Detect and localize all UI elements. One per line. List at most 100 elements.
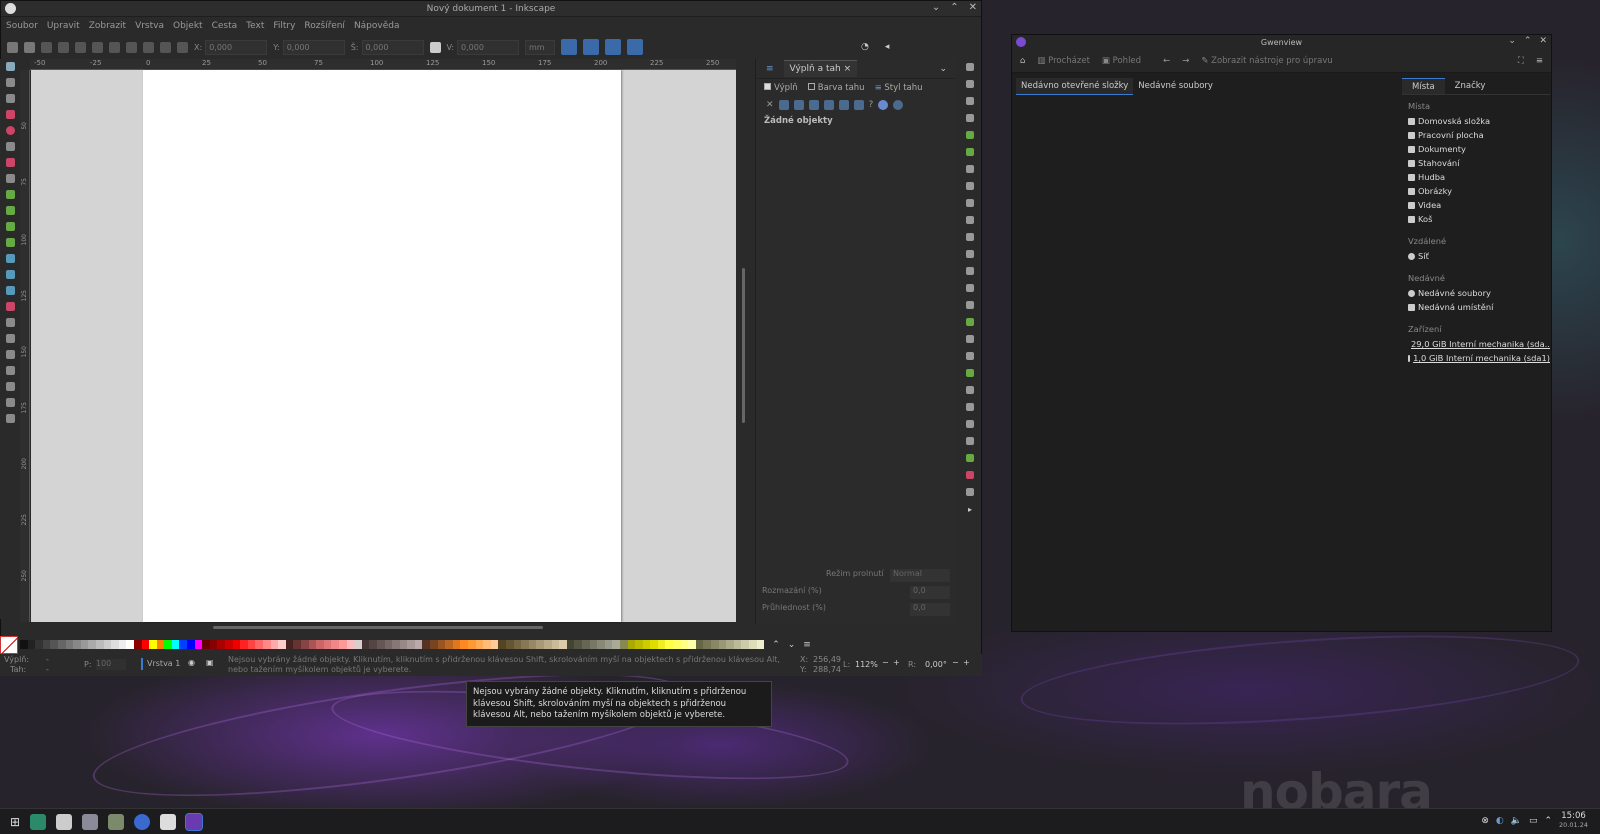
browser-icon[interactable]	[134, 813, 151, 830]
color-swatch[interactable]	[452, 640, 461, 649]
color-swatch[interactable]	[88, 640, 96, 649]
color-swatch[interactable]	[627, 640, 636, 649]
menu-object[interactable]: Objekt	[173, 21, 203, 31]
place-downloads[interactable]: Stahování	[1402, 156, 1550, 170]
color-swatch[interactable]	[57, 640, 66, 649]
color-swatch[interactable]	[749, 640, 757, 649]
opacity-status-field[interactable]: 100	[96, 659, 126, 670]
xml-editor-icon[interactable]	[966, 403, 974, 411]
color-swatch[interactable]	[384, 640, 393, 649]
align-icon[interactable]	[966, 454, 974, 462]
select-all-icon[interactable]	[7, 41, 18, 53]
fill-rule-nonzero-icon[interactable]	[893, 100, 904, 110]
rotate-plus-icon[interactable]: +	[963, 658, 970, 667]
panel-menu-icon[interactable]: ⌄	[939, 64, 947, 74]
rotate-cw-icon[interactable]	[75, 41, 86, 53]
color-swatch[interactable]	[27, 640, 36, 649]
palette-menu-icon[interactable]: ≡	[803, 640, 811, 650]
color-swatch[interactable]	[42, 640, 51, 649]
lock-icon[interactable]	[429, 41, 441, 53]
eraser-tool-icon[interactable]	[5, 318, 15, 327]
color-swatch[interactable]	[126, 640, 134, 649]
document-properties-icon[interactable]	[966, 471, 974, 479]
color-swatch[interactable]	[695, 640, 704, 649]
color-swatch[interactable]	[118, 640, 127, 649]
color-swatch[interactable]	[209, 640, 218, 649]
group-icon[interactable]	[966, 369, 974, 377]
unlink-clone-icon[interactable]	[966, 352, 974, 360]
rotation-field[interactable]: 0,00°	[925, 660, 947, 669]
palette-swatches[interactable]	[20, 640, 765, 649]
color-swatch[interactable]	[255, 640, 263, 649]
color-swatch[interactable]	[566, 640, 575, 649]
color-swatch[interactable]	[149, 640, 157, 649]
paint-bucket-tool-icon[interactable]	[5, 302, 15, 311]
menu-filters[interactable]: Filtry	[273, 21, 295, 31]
clock[interactable]: 15:06 20.01.24	[1559, 812, 1588, 830]
lpe-tool-icon[interactable]	[5, 350, 15, 359]
color-swatch[interactable]	[300, 640, 309, 649]
color-swatch[interactable]	[506, 640, 514, 649]
menu-help[interactable]: Nápověda	[354, 21, 400, 31]
color-swatch[interactable]	[612, 640, 620, 649]
color-swatch[interactable]	[635, 640, 643, 649]
maximize-icon[interactable]: ⌃	[950, 2, 958, 13]
raise-icon[interactable]	[143, 41, 154, 53]
linear-gradient-icon[interactable]	[793, 100, 804, 110]
import-icon[interactable]	[966, 131, 974, 139]
view-button[interactable]: ▣ Pohled	[1102, 56, 1141, 66]
nobara-welcome-icon[interactable]	[30, 813, 47, 830]
color-swatch[interactable]	[673, 640, 681, 649]
swatch-icon[interactable]	[853, 100, 864, 110]
move-patterns-icon[interactable]	[627, 39, 644, 55]
text-tool-icon[interactable]	[5, 238, 15, 247]
tab-places[interactable]: Místa	[1402, 78, 1445, 94]
color-swatch[interactable]	[232, 640, 241, 649]
pages-tool-icon[interactable]	[5, 414, 15, 423]
color-swatch[interactable]	[338, 640, 347, 649]
no-color-swatch[interactable]	[0, 635, 18, 654]
export-icon[interactable]	[966, 148, 974, 156]
place-recent-files[interactable]: Nedávné soubory	[1402, 286, 1550, 300]
color-swatch[interactable]	[103, 640, 112, 649]
menu-edit[interactable]: Upravit	[47, 21, 80, 31]
zoom-tool-icon[interactable]	[5, 398, 15, 407]
layers-icon[interactable]: ≡	[766, 64, 774, 74]
palette-scroll-down-icon[interactable]: ⌄	[788, 640, 796, 650]
app-launcher-icon[interactable]: ⊞	[10, 815, 20, 829]
gradient-tool-icon[interactable]	[5, 254, 15, 263]
color-swatch[interactable]	[468, 640, 476, 649]
menu-view[interactable]: Zobrazit	[89, 21, 126, 31]
vertical-scrollbar[interactable]	[742, 268, 745, 423]
opacity-field[interactable]: 0,0	[910, 603, 950, 616]
layers-panel-icon[interactable]	[966, 437, 974, 445]
deselect-icon[interactable]	[41, 41, 52, 53]
forward-icon[interactable]: →	[1182, 56, 1189, 66]
overview-icon[interactable]	[56, 813, 73, 830]
vertical-ruler[interactable]: 50 75 100 125 150 175 200 225 250	[20, 70, 30, 622]
color-swatch[interactable]	[156, 640, 165, 649]
color-swatch[interactable]	[445, 640, 453, 649]
tweak-tool-icon[interactable]	[5, 94, 15, 103]
y-field[interactable]: 0,000	[282, 39, 345, 55]
color-swatch[interactable]	[179, 640, 188, 649]
color-swatch[interactable]	[141, 640, 150, 649]
zoom-in-icon[interactable]: +	[893, 658, 900, 667]
device-sda[interactable]: 29,0 GiB Interní mechanika (sda...	[1402, 337, 1550, 351]
move-gradients-icon[interactable]	[605, 39, 622, 55]
lower-bottom-icon[interactable]	[177, 41, 188, 53]
ungroup-icon[interactable]	[966, 386, 974, 394]
color-swatch[interactable]	[354, 640, 362, 649]
color-swatch[interactable]	[581, 640, 590, 649]
color-swatch[interactable]	[240, 640, 248, 649]
color-swatch[interactable]	[171, 640, 180, 649]
gv-close-icon[interactable]: ✕	[1539, 36, 1547, 46]
zoom-page-icon[interactable]	[966, 284, 974, 292]
color-swatch[interactable]	[376, 640, 385, 649]
color-swatch[interactable]	[35, 640, 43, 649]
color-swatch[interactable]	[422, 640, 431, 649]
zoom-width-icon[interactable]	[966, 301, 974, 309]
color-swatch[interactable]	[308, 640, 317, 649]
color-swatch[interactable]	[225, 640, 233, 649]
rotate-ccw-icon[interactable]	[58, 41, 69, 53]
